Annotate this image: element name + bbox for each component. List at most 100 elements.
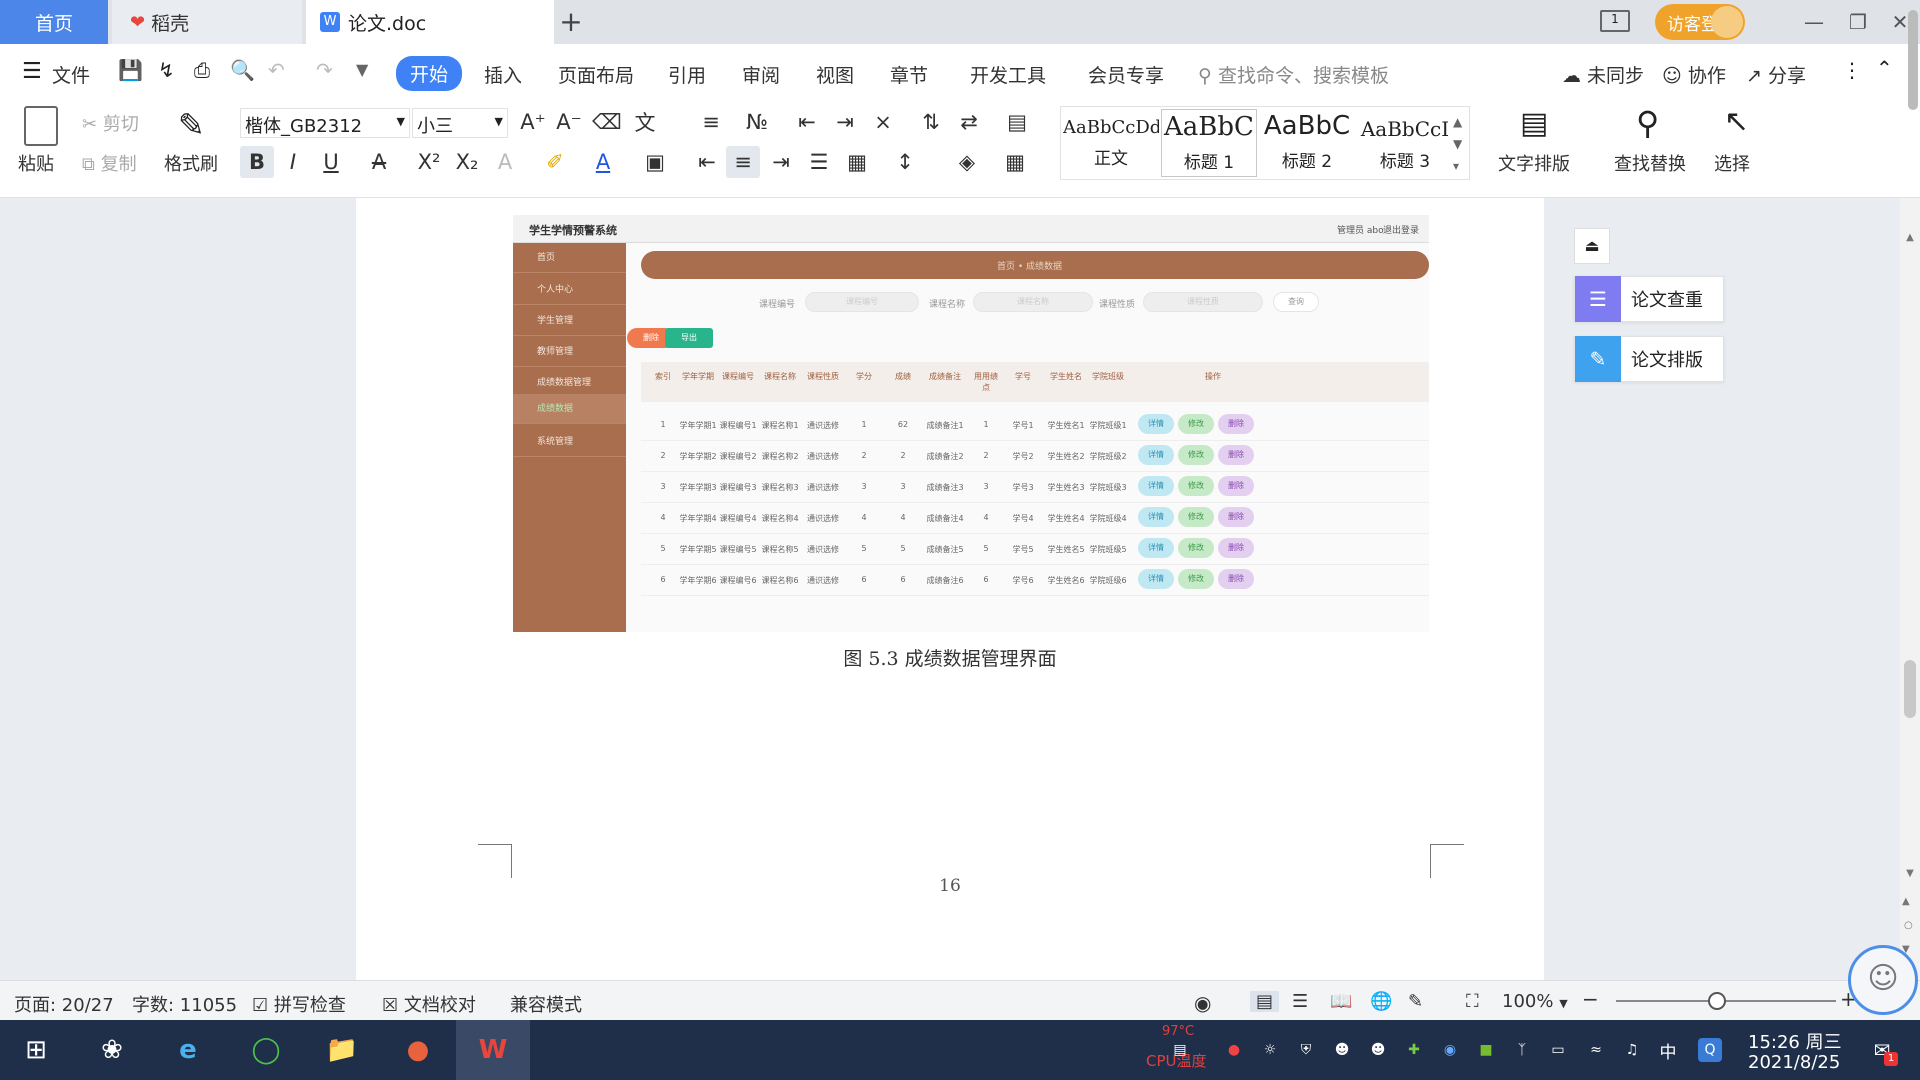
volume-icon[interactable]: ♫ [1620,1038,1644,1062]
style-heading-1[interactable]: AaBbC 标题 1 [1161,109,1257,177]
search-tray-icon[interactable]: Q [1698,1038,1722,1062]
paper-check-button[interactable]: ☰ 论文查重 [1574,276,1724,322]
find-replace-button[interactable]: 查找替换 [1614,150,1686,176]
paper-layout-button[interactable]: ✎ 论文排版 [1574,336,1724,382]
superscript-icon[interactable]: X² [412,146,446,178]
zoom-slider[interactable] [1616,992,1836,1010]
outline-view-icon[interactable]: ☰ [1292,991,1308,1012]
style-scroll-icon[interactable]: ▲ ▼ ▾ [1453,111,1462,177]
align-center-icon[interactable]: ≡ [726,146,760,178]
save-icon[interactable]: 💾 [118,58,143,82]
clock-time[interactable]: 15:26 周三 [1748,1028,1842,1054]
select-browse-icon[interactable]: ○ [1904,920,1913,931]
bullet-list-icon[interactable]: ≡ [694,106,728,138]
menu-view[interactable]: 视图 [816,61,854,88]
font-color-icon[interactable]: A [586,146,620,178]
paste-button[interactable]: 粘贴 [18,150,54,176]
font-name-select[interactable]: 楷体_GB2312 ▼ [240,108,410,138]
minimize-icon[interactable]: — [1798,6,1830,38]
subscript-icon[interactable]: X₂ [450,146,484,178]
grow-font-icon[interactable]: A⁺ [516,106,550,138]
bold-icon[interactable]: B [240,146,274,178]
cursor-icon[interactable]: ↖ [1724,104,1749,139]
find-icon[interactable]: ⚲ [1636,104,1659,142]
hamburger-icon[interactable]: ☰ [22,59,42,84]
scroll-down-icon[interactable]: ▼ [1902,868,1918,884]
menu-references[interactable]: 引用 [668,61,706,88]
increase-indent-icon[interactable]: ⇥ [828,106,862,138]
menu-dev-tools[interactable]: 开发工具 [970,61,1046,88]
menu-chapter[interactable]: 章节 [890,61,928,88]
menu-page-layout[interactable]: 页面布局 [558,61,634,88]
redo-icon[interactable]: ↷ [316,58,333,82]
plus-tray-icon[interactable]: ✚ [1402,1038,1426,1062]
bluetooth-icon[interactable]: ᛉ [1510,1038,1534,1062]
guest-login-button[interactable]: 访客登录 [1655,4,1745,40]
layout-switch-icon[interactable]: 1 [1600,10,1630,32]
wps-app-icon[interactable]: W [456,1020,530,1080]
assistant-robot-icon[interactable]: ☺ [1848,945,1918,1015]
preview-icon[interactable]: 🔍 [230,58,255,82]
reading-view-icon[interactable]: 📖 [1330,991,1352,1012]
menu-insert[interactable]: 插入 [484,61,522,88]
menu-home[interactable]: 开始 [396,56,463,91]
align-right-icon[interactable]: ⇥ [764,146,798,178]
sync-button[interactable]: ☁ 未同步 [1562,61,1644,88]
zoom-level[interactable]: 100% ▼ [1502,991,1568,1012]
app-scroll-thumb[interactable] [1908,10,1918,110]
customize-chevron-icon[interactable]: ▼ [356,60,368,79]
menu-member[interactable]: 会员专享 [1088,61,1164,88]
output-icon[interactable]: ↯ [158,58,175,82]
page-indicator[interactable]: 页面: 20/27 [14,991,114,1017]
strikethrough-icon[interactable]: A [362,146,396,178]
share-button[interactable]: ↗ 分享 [1746,61,1806,88]
collapse-ribbon-icon[interactable]: ⌃ [1876,56,1893,80]
network-tray-icon[interactable]: ☼ [1258,1038,1282,1062]
select-button[interactable]: 选择 [1714,150,1750,176]
align-left-icon[interactable]: ⇤ [690,146,724,178]
scroll-thumb[interactable] [1904,660,1916,718]
text-effect-icon[interactable]: A [488,146,522,178]
ime-indicator[interactable]: 中 [1656,1038,1680,1063]
distribute-icon[interactable]: ▦ [840,146,874,178]
wifi-icon[interactable]: ≈ [1584,1038,1608,1062]
eye-protect-icon[interactable]: ◉ [1194,991,1211,1015]
tab-daoke[interactable]: ❤ 稻壳 [112,0,302,44]
underline-icon[interactable]: U [314,146,348,178]
zoom-slider-knob[interactable] [1708,992,1726,1010]
style-heading-3[interactable]: AaBbCcI 标题 3 [1357,109,1453,177]
text-direction-icon[interactable]: ⇄ [952,106,986,138]
prev-page-icon[interactable]: ▲ [1902,896,1910,907]
cut-button[interactable]: ✂ 剪切 [82,110,139,136]
highlight-icon[interactable]: ✐ [538,146,572,178]
copy-button[interactable]: ⧉ 复制 [82,150,137,176]
pinyin-icon[interactable]: 文 [628,106,662,138]
menu-file[interactable]: 文件 [52,61,90,88]
file-explorer-icon[interactable]: 📁 [320,1028,364,1072]
sort-icon[interactable]: ⇅ [914,106,948,138]
embedded-screenshot[interactable]: 学生学情预警系统 管理员 abo 退出登录 首页 个人中心 学生管理 教师管理 … [513,215,1429,632]
panel-collapse-button[interactable]: ⏏ [1574,228,1610,264]
ie-browser-icon[interactable]: e [166,1028,210,1072]
monitor-tray-icon[interactable]: ▤ [1168,1038,1192,1062]
proofread-button[interactable]: ☒ 文档校对 [382,991,476,1017]
scroll-up-icon[interactable]: ▲ [1902,232,1918,248]
font-size-select[interactable]: 小三 ▼ [412,108,508,138]
style-heading-2[interactable]: AaBbC 标题 2 [1259,109,1355,177]
vertical-scrollbar[interactable]: ▲ ▼ ▲ ○ ▼ [1900,198,1920,980]
fit-page-icon[interactable]: ⛶ [1466,991,1479,1012]
write-view-icon[interactable]: ✎ [1408,991,1423,1012]
clear-format-icon[interactable]: ⌫ [590,106,624,138]
chinese-layout-icon[interactable]: ⨯ [866,106,900,138]
justify-icon[interactable]: ☰ [802,146,836,178]
format-painter-button[interactable]: 格式刷 [164,150,218,176]
spell-check-button[interactable]: ☑ 拼写检查 [252,991,346,1017]
char-border-icon[interactable]: ▣ [638,146,672,178]
print-icon[interactable]: ⎙ [194,58,210,82]
format-painter-icon[interactable]: ✎ [178,106,205,144]
red-app-icon[interactable]: ● [396,1028,440,1072]
document-page[interactable]: 学生学情预警系统 管理员 abo 退出登录 首页 个人中心 学生管理 教师管理 … [356,198,1544,980]
web-view-icon[interactable]: 🌐 [1370,991,1392,1012]
windows-start-icon[interactable]: ⊞ [14,1028,58,1072]
nvidia-tray-icon[interactable]: ■ [1474,1038,1498,1062]
